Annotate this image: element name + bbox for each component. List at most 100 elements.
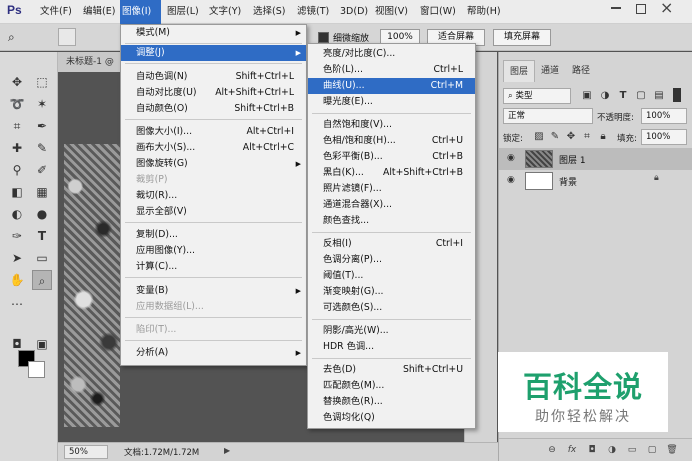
maximize-icon[interactable] — [636, 4, 646, 14]
menu-item[interactable]: 应用图像(Y)... — [121, 243, 306, 259]
brush-tool-icon[interactable]: ✎ — [32, 138, 52, 158]
close-icon[interactable]: × — [660, 0, 673, 17]
menu-item[interactable]: 渐变映射(G)... — [308, 284, 475, 300]
menu-item[interactable]: 自动色调(N) Shift+Ctrl+L — [121, 69, 306, 85]
smart-object-filter-icon[interactable]: ▤ — [653, 90, 665, 102]
blend-mode-select[interactable]: 正常 — [503, 108, 593, 124]
zoom-tool-icon[interactable]: ⌕ — [8, 28, 26, 46]
screen-mode-icon[interactable]: ▣ — [32, 334, 52, 354]
healing-brush-icon[interactable]: ✚ — [7, 138, 27, 158]
menu-item[interactable]: 画布大小(S)... Alt+Ctrl+C — [121, 140, 306, 156]
zoom-tool-icon[interactable]: ⌕ — [32, 270, 52, 290]
pixel-filter-icon[interactable]: ▣ — [581, 90, 593, 102]
document-tab[interactable]: 未标题-1 @ — [58, 52, 128, 72]
menu-window[interactable]: 窗口(W) — [418, 0, 458, 24]
zoom-in-icon[interactable] — [58, 28, 76, 46]
layer-style-icon[interactable]: fx — [565, 443, 579, 457]
more-tools-icon[interactable]: ⋯ — [7, 294, 27, 314]
menu-layer[interactable]: 图层(L) — [165, 0, 201, 24]
status-menu-arrow-icon[interactable]: ▶ — [224, 446, 230, 455]
crop-tool-icon[interactable]: ⌗ — [7, 116, 27, 136]
menu-item[interactable]: 去色(D) Shift+Ctrl+U — [308, 362, 475, 378]
menu-item[interactable]: 色调分离(P)... — [308, 252, 475, 268]
menu-item[interactable]: 应用数据组(L)... — [121, 299, 306, 315]
menu-3d[interactable]: 3D(D) — [338, 0, 370, 24]
link-layers-icon[interactable]: ⊖ — [545, 443, 559, 457]
menu-item[interactable]: 分析(A) ▶ — [121, 345, 306, 361]
scrubby-zoom-checkbox[interactable] — [318, 32, 329, 43]
tab-paths[interactable]: 路径 — [566, 60, 596, 82]
menu-item[interactable]: 匹配颜色(M)... — [308, 378, 475, 394]
opacity-field[interactable]: 100% — [641, 108, 687, 124]
menu-item[interactable]: 反相(I) Ctrl+I — [308, 236, 475, 252]
gradient-tool-icon[interactable]: ▦ — [32, 182, 52, 202]
menu-type[interactable]: 文字(Y) — [207, 0, 243, 24]
menu-item[interactable]: 自动颜色(O) Shift+Ctrl+B — [121, 101, 306, 117]
pen-tool-icon[interactable]: ✑ — [7, 226, 27, 246]
menu-item[interactable]: 显示全部(V) — [121, 204, 306, 220]
move-tool-icon[interactable]: ✥ — [7, 72, 27, 92]
lock-artboard-icon[interactable]: ⌗ — [581, 131, 593, 143]
menu-item[interactable]: 阴影/高光(W)... — [308, 323, 475, 339]
visibility-eye-icon[interactable]: ◉ — [507, 153, 515, 163]
fill-screen-button[interactable]: 填充屏幕 — [493, 29, 551, 46]
menu-item[interactable]: 色相/饱和度(H)... Ctrl+U — [308, 133, 475, 149]
minimize-icon[interactable] — [611, 7, 621, 9]
menu-filter[interactable]: 滤镜(T) — [295, 0, 331, 24]
canvas-image[interactable] — [64, 144, 120, 427]
filter-toggle[interactable] — [673, 88, 681, 102]
lock-position-icon[interactable]: ✥ — [565, 131, 577, 143]
type-filter-icon[interactable]: T — [617, 90, 629, 102]
adjustment-filter-icon[interactable]: ◑ — [599, 90, 611, 102]
menu-view[interactable]: 视图(V) — [373, 0, 410, 24]
fill-field[interactable]: 100% — [641, 129, 687, 145]
zoom-out-icon[interactable] — [80, 28, 98, 46]
menu-edit[interactable]: 编辑(E) — [81, 0, 117, 24]
menu-image[interactable]: 图像(I) — [120, 0, 161, 24]
marquee-tool-icon[interactable]: ⬚ — [32, 72, 52, 92]
background-color-swatch[interactable] — [28, 361, 45, 378]
type-tool-icon[interactable]: T — [32, 226, 52, 246]
menu-item[interactable]: 自然饱和度(V)... — [308, 117, 475, 133]
menu-item[interactable]: 颜色查找... — [308, 213, 475, 229]
menu-help[interactable]: 帮助(H) — [465, 0, 503, 24]
menu-item[interactable]: 图像旋转(G) ▶ — [121, 156, 306, 172]
rectangle-tool-icon[interactable]: ▭ — [32, 248, 52, 268]
menu-item[interactable]: 照片滤镜(F)... — [308, 181, 475, 197]
menu-item[interactable]: 图像大小(I)... Alt+Ctrl+I — [121, 124, 306, 140]
menu-item[interactable]: 模式(M) ▶ — [121, 25, 306, 41]
menu-item[interactable]: 通道混合器(X)... — [308, 197, 475, 213]
layer-row[interactable]: ◉ 图层 1 — [499, 148, 692, 170]
menu-file[interactable]: 文件(F) — [38, 0, 74, 24]
menu-item[interactable]: 色调均化(Q) — [308, 410, 475, 426]
menu-item[interactable]: 计算(C)... — [121, 259, 306, 275]
eyedropper-icon[interactable]: ✒ — [32, 116, 52, 136]
adjustment-layer-icon[interactable]: ◑ — [605, 443, 619, 457]
new-layer-icon[interactable]: ▢ — [645, 443, 659, 457]
menu-item[interactable]: 自动对比度(U) Alt+Shift+Ctrl+L — [121, 85, 306, 101]
add-mask-icon[interactable]: ◘ — [585, 443, 599, 457]
menu-item[interactable]: 阈值(T)... — [308, 268, 475, 284]
zoom-level-field[interactable]: 50% — [64, 445, 108, 459]
menu-item[interactable]: 复制(D)... — [121, 227, 306, 243]
menu-item[interactable]: 裁切(R)... — [121, 188, 306, 204]
visibility-eye-icon[interactable]: ◉ — [507, 175, 515, 185]
menu-select[interactable]: 选择(S) — [251, 0, 287, 24]
path-select-icon[interactable]: ➤ — [7, 248, 27, 268]
menu-item[interactable]: 色彩平衡(B)... Ctrl+B — [308, 149, 475, 165]
dodge-tool-icon[interactable]: ● — [32, 204, 52, 224]
menu-item-curves[interactable]: 曲线(U)... Ctrl+M — [308, 78, 475, 94]
shape-filter-icon[interactable]: ▢ — [635, 90, 647, 102]
lock-all-icon[interactable]: 🔒︎ — [597, 131, 609, 143]
magic-wand-icon[interactable]: ✶ — [32, 94, 52, 114]
menu-item[interactable]: 可选颜色(S)... — [308, 300, 475, 316]
new-group-icon[interactable]: ▭ — [625, 443, 639, 457]
menu-item[interactable]: 变量(B) ▶ — [121, 283, 306, 299]
layer-row[interactable]: ◉ 背景 🔒︎ — [499, 170, 692, 192]
clone-stamp-icon[interactable]: ⚲ — [7, 160, 27, 180]
blur-tool-icon[interactable]: ◐ — [7, 204, 27, 224]
history-brush-icon[interactable]: ✐ — [32, 160, 52, 180]
lock-transparent-icon[interactable]: ▨ — [533, 131, 545, 143]
hand-tool-icon[interactable]: ✋ — [7, 270, 27, 290]
menu-item[interactable]: 亮度/对比度(C)... — [308, 46, 475, 62]
